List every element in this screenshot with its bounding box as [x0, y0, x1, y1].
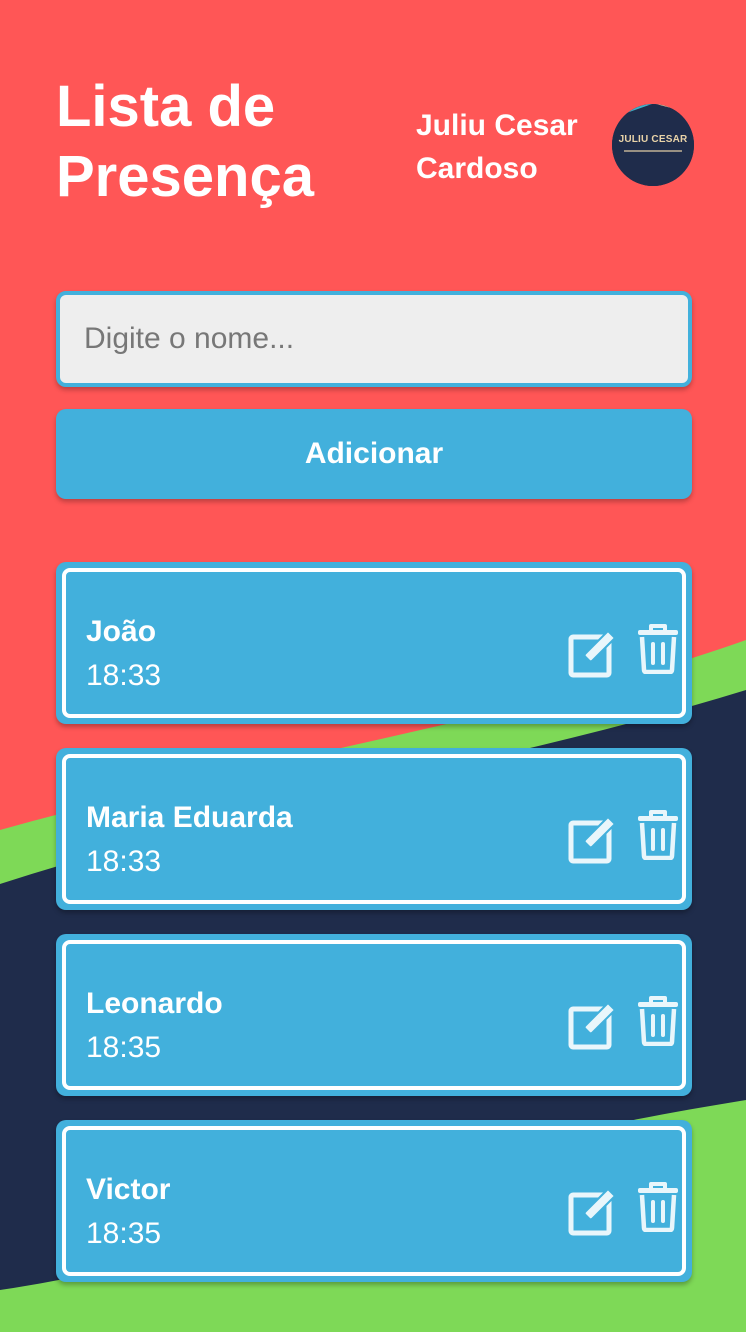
attendee-name: João: [86, 615, 157, 648]
attendee-time: 18:33: [86, 845, 162, 878]
attendee-name: Leonardo: [86, 987, 223, 1020]
edit-icon[interactable]: [568, 1184, 620, 1236]
page-title: Lista de Presença: [56, 74, 314, 209]
attendee-card-frame: Maria Eduarda 18:33: [62, 754, 686, 904]
attendee-card: Leonardo 18:35: [56, 934, 692, 1096]
user-name: Juliu Cesar Cardoso: [416, 109, 578, 185]
avatar-graphic: [612, 104, 694, 186]
trash-icon[interactable]: [636, 624, 680, 674]
attendance-app: Lista de Presença Juliu Cesar Cardoso JU…: [0, 0, 746, 1332]
attendee-time: 18:35: [86, 1217, 162, 1250]
edit-icon[interactable]: [568, 998, 620, 1050]
avatar-logo-text: JULIU CESAR: [618, 134, 688, 145]
avatar[interactable]: JULIU CESAR: [612, 104, 694, 186]
attendee-card-frame: Leonardo 18:35: [62, 940, 686, 1090]
attendee-name: Victor: [86, 1173, 171, 1206]
edit-icon[interactable]: [568, 812, 620, 864]
trash-icon[interactable]: [636, 1182, 680, 1232]
attendee-card-frame: João 18:33: [62, 568, 686, 718]
trash-icon[interactable]: [636, 810, 680, 860]
attendee-card: Maria Eduarda 18:33: [56, 748, 692, 910]
attendee-time: 18:35: [86, 1031, 162, 1064]
attendee-name: Maria Eduarda: [86, 801, 293, 834]
attendee-time: 18:33: [86, 659, 162, 692]
attendee-card: Victor 18:35: [56, 1120, 692, 1282]
add-button[interactable]: Adicionar: [56, 409, 692, 499]
name-input[interactable]: [56, 291, 692, 387]
attendee-card: João 18:33: [56, 562, 692, 724]
trash-icon[interactable]: [636, 996, 680, 1046]
attendee-card-frame: Victor 18:35: [62, 1126, 686, 1276]
edit-icon[interactable]: [568, 626, 620, 678]
